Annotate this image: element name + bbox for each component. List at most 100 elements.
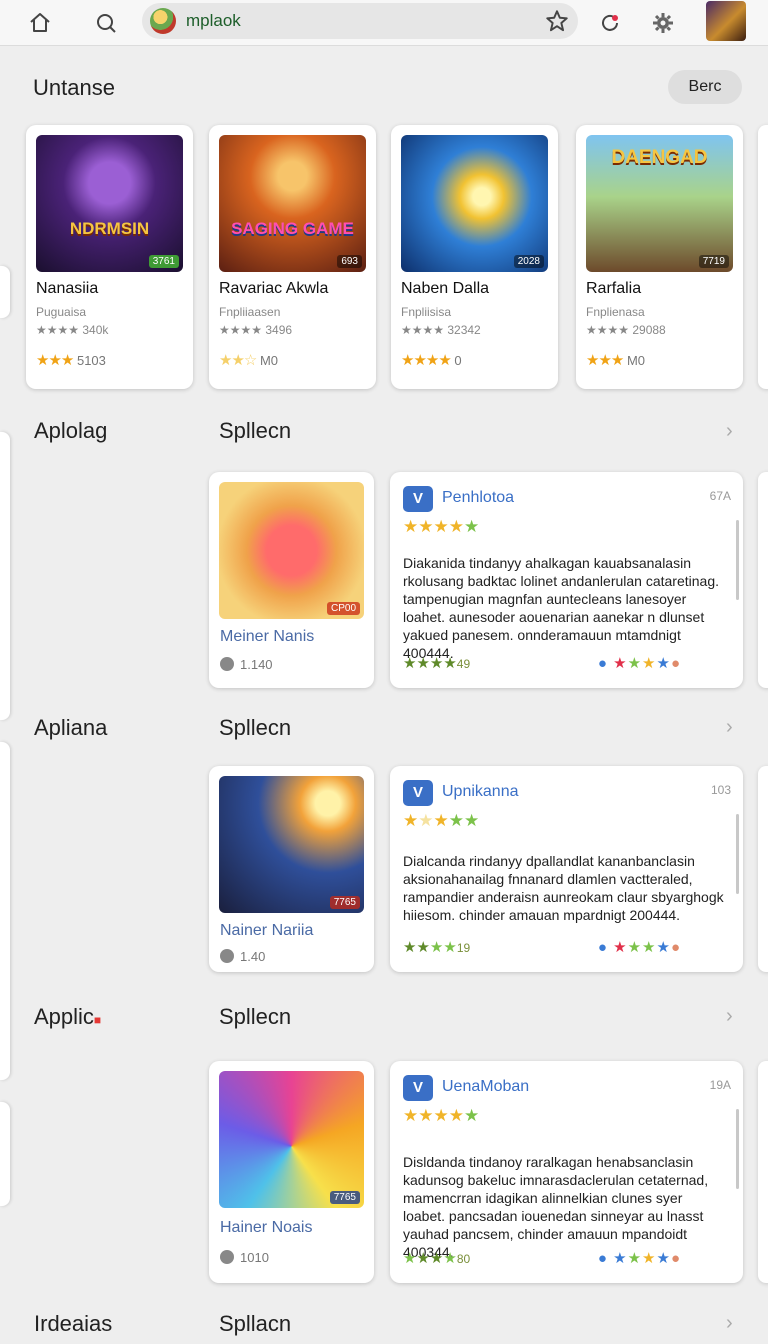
reviewer-name: UenaMoban: [442, 1078, 530, 1095]
side-tab[interactable]: [0, 1102, 10, 1206]
app-badge: 7765: [329, 1191, 360, 1204]
review-stars: ★★★★★: [403, 1106, 480, 1125]
game-developer: Fnplienasa: [586, 305, 645, 319]
review-count: 103: [710, 783, 731, 797]
game-meta: ★★★ 5103: [36, 352, 106, 369]
section-title: Spllacn: [219, 1311, 292, 1336]
game-meta: ★★★ M0: [586, 352, 646, 369]
reviewer-logo-icon: V: [403, 780, 433, 806]
game-banner-text: SAGING GAME: [231, 219, 354, 238]
game-developer: Puguaisa: [36, 305, 87, 319]
game-art: 2028: [401, 135, 548, 272]
chevron-right-icon[interactable]: ›: [726, 717, 740, 737]
app-name: Hainer Noais: [220, 1219, 313, 1236]
download-icon: [220, 657, 234, 671]
scrollbar[interactable]: [736, 814, 739, 894]
app-downloads: 1010: [220, 1250, 269, 1265]
side-tab[interactable]: [0, 266, 10, 318]
side-tab[interactable]: [0, 432, 10, 720]
app-card[interactable]: CP00 Meiner Nanis 1.140: [209, 472, 374, 688]
featured-more-button[interactable]: Berc: [668, 70, 742, 104]
review-card[interactable]: V UenaMoban 19A ★★★★★ Disldanda tindanoy…: [390, 1061, 743, 1283]
game-name: Naben Dalla: [401, 280, 490, 297]
app-card[interactable]: 7765 Nainer Nariia 1.40: [209, 766, 374, 972]
side-tab[interactable]: [0, 742, 10, 1080]
section-label: Applic■: [34, 1004, 102, 1029]
game-card[interactable]: NDRMSIN 3761 Nanasiia Puguaisa ★★★★ 340k…: [26, 125, 193, 389]
reaction-icons[interactable]: ● ★★★★●: [598, 654, 681, 672]
app-badge: CP00: [326, 602, 360, 615]
edge-card[interactable]: [758, 125, 768, 389]
app-downloads: 1.40: [220, 949, 265, 964]
star-icon[interactable]: [544, 8, 570, 34]
chevron-right-icon[interactable]: ›: [726, 1006, 740, 1026]
section-label: Apliana: [34, 715, 108, 740]
game-name: Nanasiia: [36, 280, 99, 297]
game-card[interactable]: 2028 Naben Dalla Fnpliisisa ★★★★ 32342 ★…: [391, 125, 558, 389]
app-art: 7765: [219, 776, 364, 913]
game-developer: Fnpliisisa: [401, 305, 452, 319]
search-icon[interactable]: [89, 6, 123, 40]
settings-icon[interactable]: [646, 6, 680, 40]
reaction-icons[interactable]: ● ★★★★●: [598, 938, 681, 956]
search-input[interactable]: mplaok: [186, 11, 241, 31]
app-art: 7765: [219, 1071, 364, 1208]
review-stars: ★★★★★: [403, 811, 480, 830]
search-bar[interactable]: mplaok: [142, 3, 578, 39]
section-label: Irdeaias: [34, 1311, 113, 1336]
review-stars: ★★★★★: [403, 517, 480, 536]
game-badge: 3761: [148, 255, 179, 268]
reviewer-logo-icon: V: [403, 1075, 433, 1101]
review-text: Diakanida tindanyy ahalkagan kauabsanala…: [403, 555, 719, 661]
section-title: Spllecn: [219, 418, 292, 443]
reviewer-name: Upnikanna: [442, 783, 519, 800]
game-rating: ★★★★ 32342: [401, 323, 481, 337]
edge-card[interactable]: [758, 766, 768, 972]
app-name: Meiner Nanis: [220, 628, 315, 645]
section-label: Aplolag: [34, 418, 108, 443]
game-meta: ★★☆ M0: [219, 352, 279, 369]
profile-avatar[interactable]: [706, 1, 746, 41]
scrollbar[interactable]: [736, 520, 739, 600]
reviewer-name: Penhlotoa: [442, 489, 515, 506]
review-card[interactable]: V Upnikanna 103 ★★★★★ Dialcanda rindanyy…: [390, 766, 743, 972]
edge-card[interactable]: [758, 472, 768, 688]
reaction-icons[interactable]: ● ★★★★●: [598, 1249, 681, 1267]
download-icon: [220, 949, 234, 963]
review-text: Dialcanda rindanyy dpallandlat kananbanc…: [403, 853, 724, 923]
home-icon[interactable]: [23, 6, 57, 40]
review-foot-rating: ★★★★49: [403, 655, 471, 672]
game-badge: 7719: [698, 255, 729, 268]
game-name: Ravariac Akwla: [219, 280, 329, 297]
section-title: Spllecn: [219, 715, 292, 740]
game-meta: ★★★★ 0: [401, 352, 462, 369]
game-art: SAGING GAME 693: [219, 135, 366, 272]
app-name: Nainer Nariia: [220, 922, 314, 939]
game-art: NDRMSIN 3761: [36, 135, 183, 272]
review-count: 19A: [709, 1078, 731, 1092]
game-rating: ★★★★ 3496: [219, 323, 293, 337]
app-card[interactable]: 7765 Hainer Noais 1010: [209, 1061, 374, 1283]
flag-icon: ■: [93, 1013, 102, 1027]
chevron-right-icon[interactable]: ›: [726, 1313, 740, 1333]
game-rating: ★★★★ 29088: [586, 323, 666, 337]
game-card[interactable]: SAGING GAME 693 Ravariac Akwla Fnpliiaas…: [209, 125, 376, 389]
review-text: Disldanda tindanoy raralkagan henabsancl…: [403, 1154, 709, 1260]
edge-card[interactable]: [758, 1061, 768, 1283]
scrollbar[interactable]: [736, 1109, 739, 1189]
app-badge: 7765: [329, 896, 360, 909]
game-developer: Fnpliiaasen: [219, 305, 281, 319]
download-icon: [220, 1250, 234, 1264]
game-card[interactable]: DAENGAD 7719 Rarfalia Fnplienasa ★★★★ 29…: [576, 125, 743, 389]
game-art: DAENGAD 7719: [586, 135, 733, 272]
section-title: Spllecn: [219, 1004, 292, 1029]
refresh-icon[interactable]: [593, 6, 627, 40]
review-card[interactable]: V Penhlotoa 67A ★★★★★ Diakanida tindanyy…: [390, 472, 743, 688]
app-art: CP00: [219, 482, 364, 619]
chevron-right-icon[interactable]: ›: [726, 421, 740, 441]
game-badge: 693: [337, 255, 362, 268]
game-rating: ★★★★ 340k: [36, 323, 109, 337]
app-logo-icon: [150, 8, 176, 34]
top-toolbar: mplaok: [0, 0, 768, 46]
reviewer-logo-icon: V: [403, 486, 433, 512]
